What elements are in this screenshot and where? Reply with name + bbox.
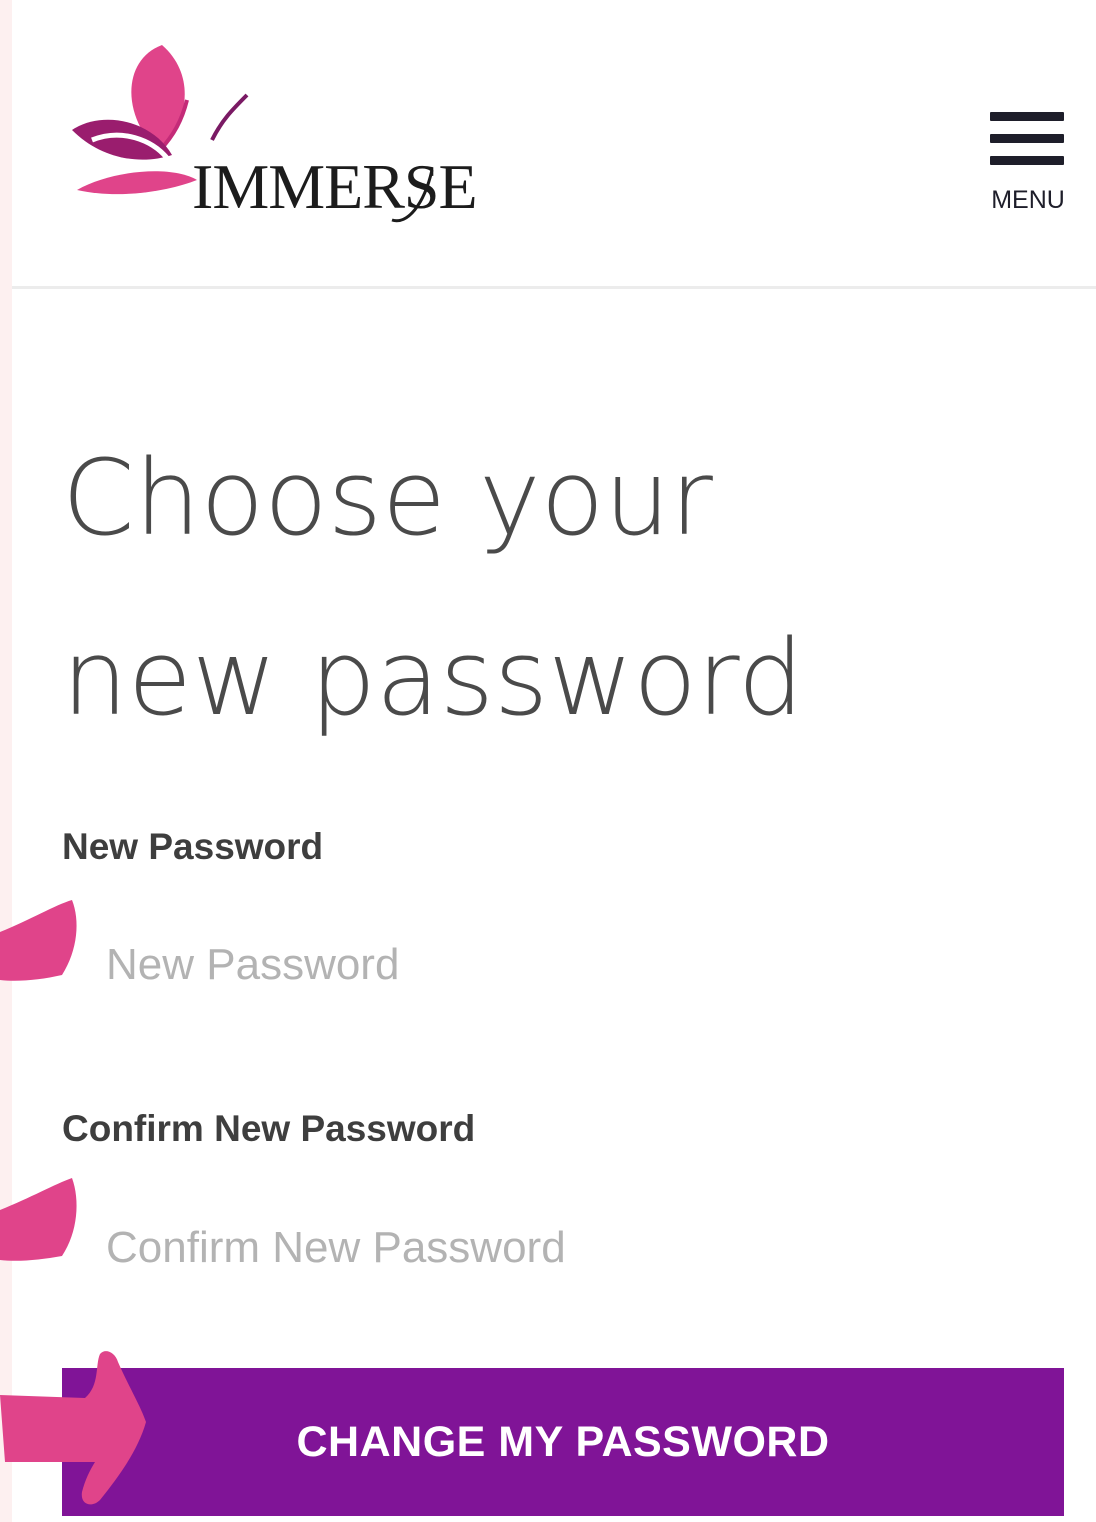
site-header: IMMERSE MENU (12, 0, 1096, 289)
confirm-password-input[interactable] (62, 1198, 1062, 1298)
annotation-arrow-icon (0, 900, 77, 981)
confirm-password-label: Confirm New Password (62, 1108, 476, 1149)
page-title-line2: new password (62, 617, 804, 739)
menu-button[interactable]: MENU (984, 108, 1072, 218)
brand-name: IMMERSE (192, 151, 478, 222)
brand-logo[interactable]: IMMERSE (62, 40, 532, 240)
menu-label: MENU (991, 186, 1065, 214)
new-password-input[interactable] (62, 915, 1062, 1015)
annotation-arrow-icon (0, 1351, 146, 1505)
new-password-label: New Password (62, 826, 324, 867)
change-password-button[interactable]: CHANGE MY PASSWORD (62, 1368, 1064, 1516)
page: IMMERSE MENU Choose your new password Ne… (12, 0, 1096, 1522)
page-title: Choose your new password (62, 408, 1062, 768)
page-title-line1: Choose your (62, 437, 713, 559)
annotation-arrow-icon (0, 1178, 77, 1261)
